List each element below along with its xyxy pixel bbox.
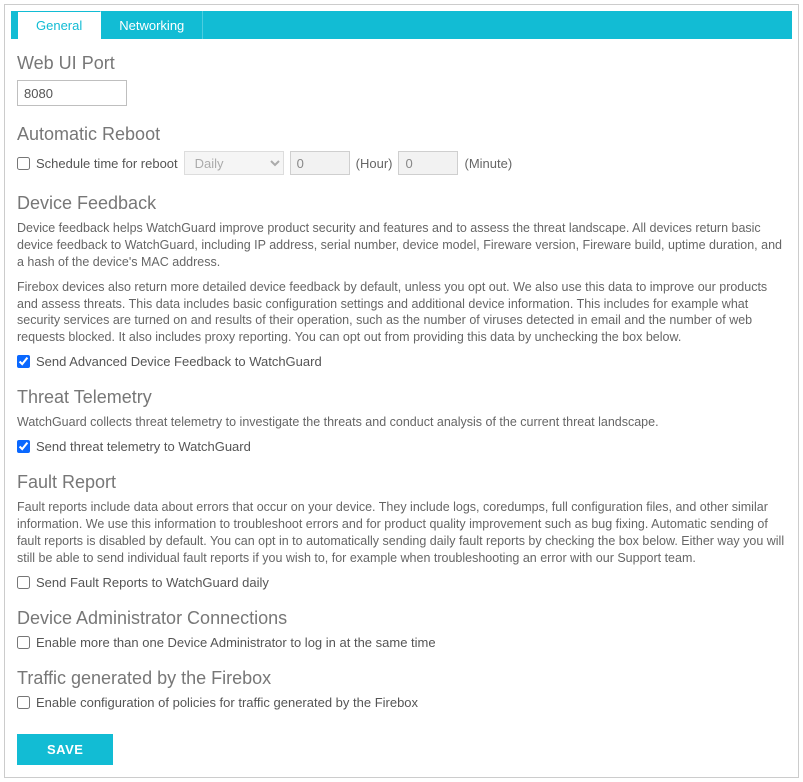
tab-general[interactable]: General <box>17 11 101 39</box>
tab-bar: General Networking <box>11 11 792 39</box>
reboot-hour-input[interactable] <box>290 151 350 175</box>
feedback-desc-2: Firebox devices also return more detaile… <box>17 279 786 347</box>
schedule-reboot-checkbox[interactable] <box>17 157 30 170</box>
admin-heading: Device Administrator Connections <box>17 608 786 629</box>
traffic-heading: Traffic generated by the Firebox <box>17 668 786 689</box>
fault-report-checkbox[interactable] <box>17 576 30 589</box>
multi-admin-label: Enable more than one Device Administrato… <box>36 635 436 650</box>
telemetry-label: Send threat telemetry to WatchGuard <box>36 439 251 454</box>
reboot-frequency-select[interactable]: Daily <box>184 151 284 175</box>
webui-port-input[interactable] <box>17 80 127 106</box>
traffic-policies-checkbox[interactable] <box>17 696 30 709</box>
fault-report-label: Send Fault Reports to WatchGuard daily <box>36 575 269 590</box>
feedback-desc-1: Device feedback helps WatchGuard improve… <box>17 220 786 271</box>
schedule-reboot-label: Schedule time for reboot <box>36 156 178 171</box>
reboot-minute-input[interactable] <box>398 151 458 175</box>
reboot-heading: Automatic Reboot <box>17 124 786 145</box>
tab-networking[interactable]: Networking <box>101 11 203 39</box>
feedback-heading: Device Feedback <box>17 193 786 214</box>
fault-heading: Fault Report <box>17 472 786 493</box>
advanced-feedback-checkbox[interactable] <box>17 355 30 368</box>
telemetry-desc: WatchGuard collects threat telemetry to … <box>17 414 786 431</box>
fault-desc: Fault reports include data about errors … <box>17 499 786 567</box>
webui-heading: Web UI Port <box>17 53 786 74</box>
minute-unit: (Minute) <box>464 156 512 171</box>
telemetry-checkbox[interactable] <box>17 440 30 453</box>
multi-admin-checkbox[interactable] <box>17 636 30 649</box>
hour-unit: (Hour) <box>356 156 393 171</box>
settings-panel: General Networking Web UI Port Automatic… <box>4 4 799 778</box>
save-button[interactable]: SAVE <box>17 734 113 765</box>
advanced-feedback-label: Send Advanced Device Feedback to WatchGu… <box>36 354 322 369</box>
telemetry-heading: Threat Telemetry <box>17 387 786 408</box>
traffic-policies-label: Enable configuration of policies for tra… <box>36 695 418 710</box>
